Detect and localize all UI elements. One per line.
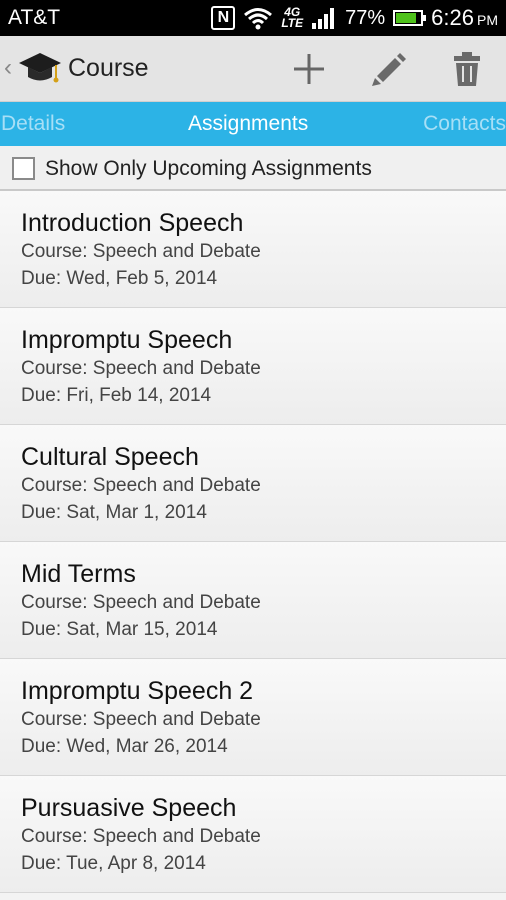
tab-details[interactable]: Details (1, 112, 65, 136)
assignment-due-date: Due: Sat, Mar 1, 2014 (21, 502, 207, 523)
assignment-course: Course: Speech and Debate (21, 241, 261, 262)
network-subtype: LTE (281, 16, 304, 30)
battery-level-fill (396, 13, 417, 23)
upcoming-only-label[interactable]: Show Only Upcoming Assignments (45, 157, 372, 181)
signal-strength-icon (312, 8, 335, 29)
tab-assignments[interactable]: Assignments (188, 112, 308, 136)
status-bar: AT&T N 4G LTE 77% 6:26 PM (0, 0, 506, 36)
assignment-due-date: Due: Sat, Mar 15, 2014 (21, 619, 218, 640)
assignment-course: Course: Speech and Debate (21, 826, 261, 847)
tab-contacts[interactable]: Contacts (423, 112, 506, 136)
clock-suffix: PM (477, 12, 498, 28)
add-button[interactable] (284, 46, 334, 92)
assignment-list: Introduction Speech Course: Speech and D… (0, 191, 506, 893)
add-icon (294, 54, 324, 84)
assignment-title: Impromptu Speech (21, 326, 233, 354)
upcoming-filter-row[interactable]: Show Only Upcoming Assignments (0, 146, 506, 191)
page-title: Course (68, 54, 149, 82)
assignment-due-date: Due: Wed, Mar 26, 2014 (21, 736, 228, 757)
assignment-course: Course: Speech and Debate (21, 709, 261, 730)
nfc-icon: N (211, 6, 236, 30)
network-type-indicator: 4G LTE (281, 6, 304, 30)
assignment-item[interactable]: Introduction Speech Course: Speech and D… (0, 191, 506, 308)
clock: 6:26 PM (431, 5, 498, 31)
assignment-due-date: Due: Wed, Feb 5, 2014 (21, 268, 218, 289)
graduation-cap-icon[interactable] (18, 49, 62, 89)
battery-icon (393, 10, 427, 26)
status-icons: N 4G LTE 77% 6:26 PM (211, 4, 498, 32)
assignment-course: Course: Speech and Debate (21, 475, 261, 496)
edit-button[interactable] (363, 46, 413, 92)
carrier-name: AT&T (8, 6, 61, 29)
assignment-item[interactable]: Pursuasive Speech Course: Speech and Deb… (0, 776, 506, 893)
battery-percent: 77% (345, 6, 386, 29)
assignment-item[interactable]: Impromptu Speech Course: Speech and Deba… (0, 308, 506, 425)
upcoming-only-checkbox[interactable] (12, 157, 35, 180)
assignment-title: Cultural Speech (21, 443, 199, 471)
assignment-item[interactable]: Impromptu Speech 2 Course: Speech and De… (0, 659, 506, 776)
clock-time: 6:26 (431, 5, 474, 30)
delete-button[interactable] (442, 46, 492, 92)
trash-icon (454, 52, 480, 86)
assignment-course: Course: Speech and Debate (21, 592, 261, 613)
assignment-title: Introduction Speech (21, 209, 244, 237)
assignment-course: Course: Speech and Debate (21, 358, 261, 379)
assignment-title: Impromptu Speech 2 (21, 677, 254, 705)
assignment-due-date: Due: Fri, Feb 14, 2014 (21, 385, 212, 406)
assignment-item[interactable]: Cultural Speech Course: Speech and Debat… (0, 425, 506, 542)
assignment-title: Pursuasive Speech (21, 794, 237, 822)
wifi-icon (244, 8, 273, 30)
assignment-item[interactable]: Mid Terms Course: Speech and Debate Due:… (0, 542, 506, 659)
assignment-title: Mid Terms (21, 560, 136, 588)
action-bar: ‹ Course (0, 36, 506, 102)
assignment-due-date: Due: Tue, Apr 8, 2014 (21, 853, 206, 874)
back-chevron-icon[interactable]: ‹ (4, 54, 12, 82)
edit-pencil-icon (372, 53, 406, 86)
tab-strip: Details Assignments Contacts (0, 102, 506, 146)
